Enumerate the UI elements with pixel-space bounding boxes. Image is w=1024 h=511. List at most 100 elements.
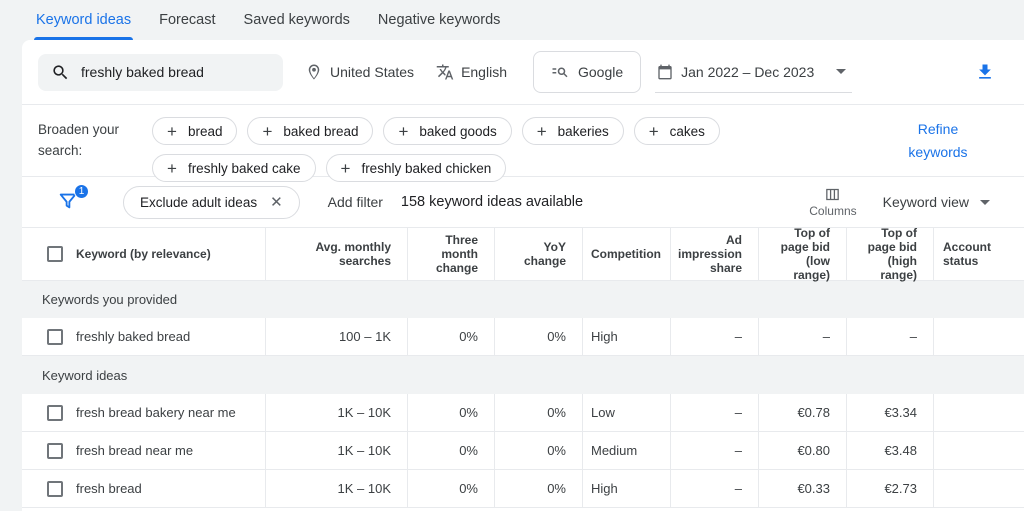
- download-icon: [975, 62, 995, 82]
- broaden-search-section: Broaden your search: +bread + baked bread…: [22, 105, 1024, 177]
- yoy-change-cell: 0%: [494, 432, 582, 469]
- top-bid-low-cell: –: [758, 318, 846, 355]
- header-account-status[interactable]: Account status: [933, 228, 1024, 280]
- chip-label: freshly baked chicken: [361, 161, 491, 176]
- active-filter-chip[interactable]: Exclude adult ideas ✕: [123, 186, 300, 219]
- keyword-ideas-card: freshly baked bread United States Englis…: [22, 40, 1024, 511]
- yoy-change-cell: 0%: [494, 394, 582, 431]
- chip-label: bakeries: [558, 124, 609, 139]
- refine-keywords-link[interactable]: Refine keywords: [898, 118, 978, 163]
- header-competition[interactable]: Competition: [582, 228, 670, 280]
- close-icon[interactable]: ✕: [270, 195, 283, 210]
- section-keywords-you-provided: Keywords you provided: [22, 281, 1024, 318]
- row-checkbox[interactable]: [47, 481, 63, 497]
- broaden-chip-cakes[interactable]: + cakes: [634, 117, 720, 145]
- keyword-planner-page: { "colors": { "accent_blue": "#1a73e8", …: [0, 0, 1024, 511]
- plus-icon: +: [649, 123, 659, 140]
- keyword-search-input[interactable]: freshly baked bread: [38, 54, 283, 91]
- keyword-cell: fresh bread: [76, 481, 142, 496]
- top-bid-high-cell: –: [846, 318, 933, 355]
- search-value: freshly baked bread: [81, 64, 204, 80]
- filter-chip-label: Exclude adult ideas: [140, 195, 257, 210]
- header-ad-impression-share[interactable]: Ad impression share: [670, 228, 758, 280]
- tab-forecast[interactable]: Forecast: [145, 0, 229, 40]
- broaden-chip-baked-goods[interactable]: +baked goods: [383, 117, 511, 145]
- plus-icon: +: [262, 123, 272, 140]
- tab-label: Saved keywords: [244, 12, 350, 28]
- search-icon: [51, 63, 70, 82]
- header-three-month-change[interactable]: Three month change: [407, 228, 494, 280]
- tab-saved-keywords[interactable]: Saved keywords: [230, 0, 364, 40]
- avg-monthly-searches-cell: 1K – 10K: [265, 432, 407, 469]
- date-range-selector[interactable]: Jan 2022 – Dec 2023: [655, 51, 852, 93]
- table-header-row: Keyword (by relevance) Avg. monthly sear…: [22, 228, 1024, 281]
- broaden-chip-baked-bread[interactable]: + baked bread: [247, 117, 373, 145]
- tab-label: Forecast: [159, 12, 215, 28]
- row-checkbox[interactable]: [47, 443, 63, 459]
- planner-tabbar: Keyword ideas Forecast Saved keywords Ne…: [22, 0, 514, 40]
- language-selector[interactable]: English: [436, 63, 507, 81]
- top-bid-low-cell: €0.78: [758, 394, 846, 431]
- tab-keyword-ideas[interactable]: Keyword ideas: [22, 0, 145, 40]
- select-all-checkbox[interactable]: [47, 246, 63, 262]
- chip-label: cakes: [670, 124, 705, 139]
- plus-icon: +: [167, 123, 177, 140]
- competition-cell: High: [582, 470, 670, 507]
- add-filter-button[interactable]: Add filter: [328, 194, 383, 210]
- broaden-chip-bread[interactable]: +bread: [152, 117, 237, 145]
- dropdown-arrow-icon: [836, 69, 846, 74]
- ad-impression-share-cell: –: [670, 318, 758, 355]
- tab-negative-keywords[interactable]: Negative keywords: [364, 0, 515, 40]
- table-row: freshly baked bread 100 – 1K 0% 0% High …: [22, 318, 1024, 356]
- tab-label: Keyword ideas: [36, 12, 131, 28]
- translate-icon: [436, 63, 454, 81]
- broaden-chip-freshly-baked-cake[interactable]: +freshly baked cake: [152, 154, 316, 182]
- location-pin-icon: [305, 63, 323, 81]
- competition-cell: Medium: [582, 432, 670, 469]
- columns-button[interactable]: Columns: [809, 186, 856, 218]
- row-checkbox[interactable]: [47, 405, 63, 421]
- header-top-bid-low[interactable]: Top of page bid (low range): [758, 228, 846, 280]
- section-keyword-ideas: Keyword ideas: [22, 356, 1024, 394]
- competition-cell: High: [582, 318, 670, 355]
- avg-monthly-searches-cell: 100 – 1K: [265, 318, 407, 355]
- keyword-cell: freshly baked bread: [76, 329, 190, 344]
- competition-cell: Low: [582, 394, 670, 431]
- broaden-label: Broaden your search:: [38, 117, 136, 164]
- filter-count-badge: 1: [74, 184, 89, 199]
- table-row: fresh bread near me 1K – 10K 0% 0% Mediu…: [22, 432, 1024, 470]
- account-status-cell: [933, 432, 1024, 469]
- network-selector[interactable]: Google: [533, 51, 641, 93]
- broaden-chips: +bread + baked bread +baked goods + bakeri…: [152, 117, 800, 164]
- keyword-view-selector[interactable]: Keyword view: [883, 194, 990, 210]
- plus-icon: +: [167, 160, 177, 177]
- broaden-chip-freshly-baked-chicken[interactable]: +freshly baked chicken: [326, 154, 507, 182]
- plus-icon: +: [537, 123, 547, 140]
- header-top-bid-high[interactable]: Top of page bid (high range): [846, 228, 933, 280]
- ad-impression-share-cell: –: [670, 394, 758, 431]
- view-selector-label: Keyword view: [883, 194, 969, 210]
- account-status-cell: [933, 470, 1024, 507]
- chip-label: baked bread: [283, 124, 358, 139]
- filter-bar: 1 Exclude adult ideas ✕ Add filter 158 k…: [22, 177, 1024, 228]
- filter-funnel-button[interactable]: 1: [57, 190, 81, 214]
- row-checkbox[interactable]: [47, 329, 63, 345]
- keyword-cell: fresh bread near me: [76, 443, 193, 458]
- dropdown-arrow-icon: [980, 200, 990, 205]
- search-toolbar: freshly baked bread United States Englis…: [22, 40, 1024, 105]
- ad-impression-share-cell: –: [670, 470, 758, 507]
- three-month-change-cell: 0%: [407, 394, 494, 431]
- header-yoy-change[interactable]: YoY change: [494, 228, 582, 280]
- language-value: English: [461, 64, 507, 80]
- top-bid-high-cell: €3.48: [846, 432, 933, 469]
- header-keyword[interactable]: Keyword (by relevance): [22, 228, 265, 280]
- three-month-change-cell: 0%: [407, 432, 494, 469]
- three-month-change-cell: 0%: [407, 470, 494, 507]
- avg-monthly-searches-cell: 1K – 10K: [265, 394, 407, 431]
- location-selector[interactable]: United States: [305, 63, 414, 81]
- location-value: United States: [330, 64, 414, 80]
- account-status-cell: [933, 394, 1024, 431]
- header-avg-monthly-searches[interactable]: Avg. monthly searches: [265, 228, 407, 280]
- download-button[interactable]: [975, 62, 995, 82]
- broaden-chip-bakeries[interactable]: + bakeries: [522, 117, 624, 145]
